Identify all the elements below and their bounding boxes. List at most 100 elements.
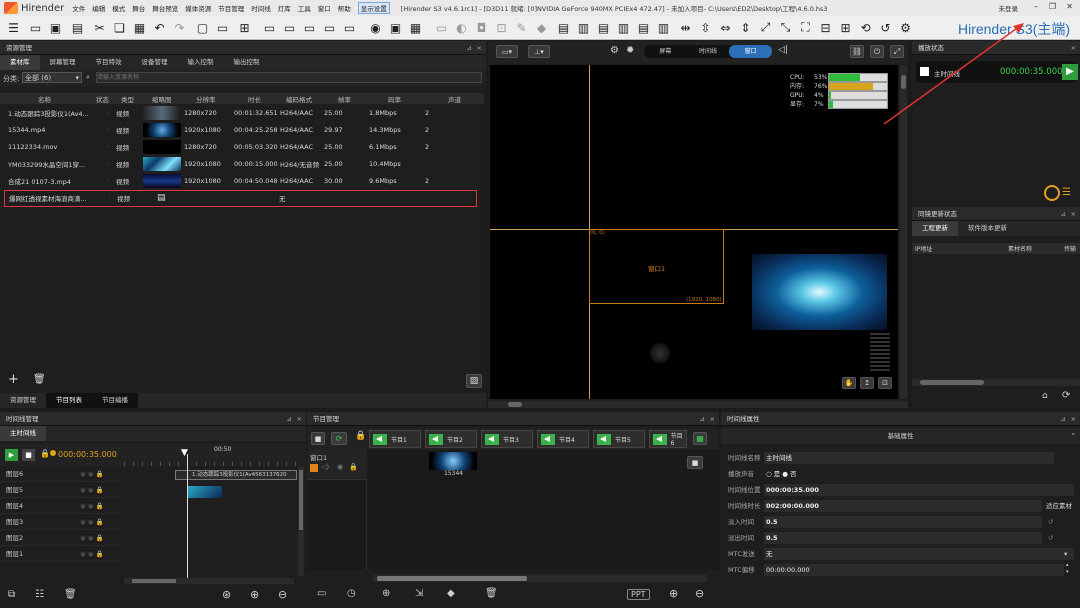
trash-icon[interactable]: 🗑	[33, 374, 46, 385]
align-center-icon[interactable]: ▥	[576, 20, 591, 35]
spinner-icon[interactable]: ▴ ▾	[1066, 562, 1069, 576]
close-icon[interactable]: ✕	[1066, 2, 1073, 11]
layout-select[interactable]: ⊥▾	[528, 45, 550, 58]
menu-help[interactable]: 帮助	[338, 3, 351, 13]
layer-3[interactable]: 图层3 ◉ ◉ 🔒	[0, 514, 122, 530]
playhead[interactable]	[187, 454, 188, 584]
folder-icon[interactable]: ▭	[28, 20, 43, 35]
timeline-clip[interactable]: 1.动态跟踪3投影仪1(Av4563137620	[175, 470, 297, 480]
timeline-name-field[interactable]: 主时间线	[764, 452, 1054, 464]
menu-window[interactable]: 窗口	[318, 3, 331, 13]
program-clip-thumb[interactable]	[429, 452, 477, 470]
panel-close-icon[interactable]: ×	[1071, 207, 1076, 221]
eye-icon[interactable]: ◉ ◉ 🔒	[80, 514, 104, 530]
output-c-icon[interactable]: ▭	[302, 20, 317, 35]
eye-icon[interactable]: ◉ ◉ 🔒	[80, 498, 104, 514]
sound-icon[interactable]: ◁)	[321, 463, 329, 471]
rotate-icon[interactable]: ⟲	[858, 20, 873, 35]
window-icon[interactable]: ▭	[317, 588, 326, 599]
lock-icon[interactable]: 🔒	[355, 431, 366, 441]
align-bottom-icon[interactable]: ▥	[656, 20, 671, 35]
save-as-icon[interactable]: ▤	[70, 20, 85, 35]
mode-timeline[interactable]: 时间线	[687, 45, 730, 58]
video-preview[interactable]	[752, 254, 887, 330]
col-duration[interactable]: 时长	[248, 94, 261, 104]
fade-out-field[interactable]: 0.5	[764, 532, 1042, 544]
col-name[interactable]: 名称	[38, 94, 51, 104]
location-icon[interactable]: ◉	[368, 20, 383, 35]
record-status-icon[interactable]	[1044, 185, 1060, 201]
tab-program-effects[interactable]: 节目特效	[86, 55, 132, 70]
export-icon[interactable]: ⇲	[415, 588, 423, 599]
open-project-icon[interactable]: ☰	[6, 20, 21, 35]
clock-icon[interactable]: ◷	[347, 588, 356, 599]
record-icon[interactable]: ▭	[434, 20, 449, 35]
tab-device-manage[interactable]: 设备管理	[132, 55, 178, 70]
chevron-down-icon[interactable]: ▾	[1064, 546, 1067, 562]
col-status[interactable]: 状态	[96, 94, 109, 104]
redo-icon[interactable]: ↷	[172, 20, 187, 35]
link-icon[interactable]: ⛓	[850, 45, 864, 58]
menu-icon[interactable]: ☰	[1062, 187, 1071, 198]
distribute-v-icon[interactable]: ⇳	[698, 20, 713, 35]
eye-icon[interactable]: ◉ ◉ 🔒	[80, 466, 104, 482]
table-row[interactable]: YM033299水晶空间1穿... ◦ 视频 1920x1080 00:00:1…	[0, 156, 484, 173]
restore-icon[interactable]: ❐	[1049, 2, 1056, 11]
table-row[interactable]: 1.动态跟踪3投影仪1(Av4... ◦ 视频 1280x720 00:01:3…	[0, 105, 484, 122]
panel-close-icon[interactable]: ×	[1071, 41, 1076, 55]
align-left-icon[interactable]: ▤	[556, 20, 571, 35]
col-thumb[interactable]: 缩略图	[152, 94, 172, 104]
monitor-select[interactable]: ▭▾	[496, 45, 518, 58]
zoom-out-icon[interactable]: ⊖	[695, 587, 704, 600]
menu-lights[interactable]: 灯库	[278, 3, 291, 13]
hand-icon[interactable]: ✋	[842, 377, 856, 389]
h-scrollbar[interactable]	[373, 575, 707, 582]
audio-icon[interactable]: ◁|	[778, 45, 788, 55]
pin-icon[interactable]: ⊿	[287, 412, 292, 426]
menu-display-settings[interactable]: 显示设置	[357, 2, 390, 14]
stop-icon[interactable]: ■	[22, 449, 35, 461]
paste-icon[interactable]: ▦	[132, 20, 147, 35]
h-scroll-thumb[interactable]	[377, 576, 527, 581]
table-row-selected[interactable]: 爆网红透视素材海浪商滴... ◦ 视频 ▤ 无	[4, 190, 477, 207]
layer-4[interactable]: 图层4 ◉ ◉ 🔒	[0, 498, 122, 514]
reset-icon[interactable]: ↺	[1048, 530, 1053, 546]
align-middle-icon[interactable]: ▤	[636, 20, 651, 35]
props-section[interactable]: 基础属性 ⌃	[721, 428, 1080, 444]
undo-icon[interactable]: ↶	[152, 20, 167, 35]
mtc-send-select[interactable]: 无	[764, 548, 1074, 560]
layer-1[interactable]: 图层1 ◉ ◉ 🔒	[0, 546, 122, 562]
menu-program[interactable]: 节目管理	[218, 3, 244, 13]
tab-screen-manage[interactable]: 屏幕管理	[40, 55, 86, 70]
h-scroll-thumb[interactable]	[508, 402, 522, 407]
gear-icon[interactable]: ⚙	[610, 45, 619, 56]
stop-icon[interactable]: ■	[687, 456, 703, 469]
zoom-in-icon[interactable]: ⊕	[669, 587, 678, 600]
h-scrollbar[interactable]	[124, 578, 294, 584]
tab-output-control[interactable]: 输出控制	[224, 55, 270, 70]
playhead-marker-icon[interactable]: ▼	[181, 448, 188, 458]
col-resolution[interactable]: 分辨率	[196, 94, 216, 104]
v-scrollbar[interactable]	[298, 466, 304, 576]
h-scrollbar[interactable]	[488, 401, 908, 408]
tab-resource-manage[interactable]: 资源管理	[0, 393, 46, 408]
loop-icon[interactable]: ⟳	[331, 432, 347, 445]
fit-material-button[interactable]: 适应素材	[1046, 498, 1072, 514]
split-icon[interactable]: ⊟	[818, 20, 833, 35]
panel-close-icon[interactable]: ×	[297, 412, 302, 426]
output-e-icon[interactable]: ▭	[342, 20, 357, 35]
program-4[interactable]: 节目4	[537, 430, 589, 448]
copy-icon[interactable]: ❏	[112, 20, 127, 35]
lock-icon[interactable]: ⊡	[494, 20, 509, 35]
col-channel[interactable]: 声道	[448, 94, 461, 104]
tab-software-update[interactable]: 软件版本更新	[958, 221, 1017, 236]
save-icon[interactable]: ▣	[48, 20, 63, 35]
image-icon[interactable]: ▨	[466, 374, 482, 388]
output-b-icon[interactable]: ▭	[282, 20, 297, 35]
eye-icon[interactable]: ◉ ◉ 🔒	[80, 530, 104, 546]
layers-icon[interactable]: ⧉	[8, 589, 15, 600]
h-scroll-thumb[interactable]	[132, 579, 176, 583]
pin-icon[interactable]: ⊿	[1061, 412, 1066, 426]
output-a-icon[interactable]: ▭	[262, 20, 277, 35]
table-row[interactable]: 11122334.mov ◦ 视频 1280x720 00:05:03.320 …	[0, 139, 484, 156]
